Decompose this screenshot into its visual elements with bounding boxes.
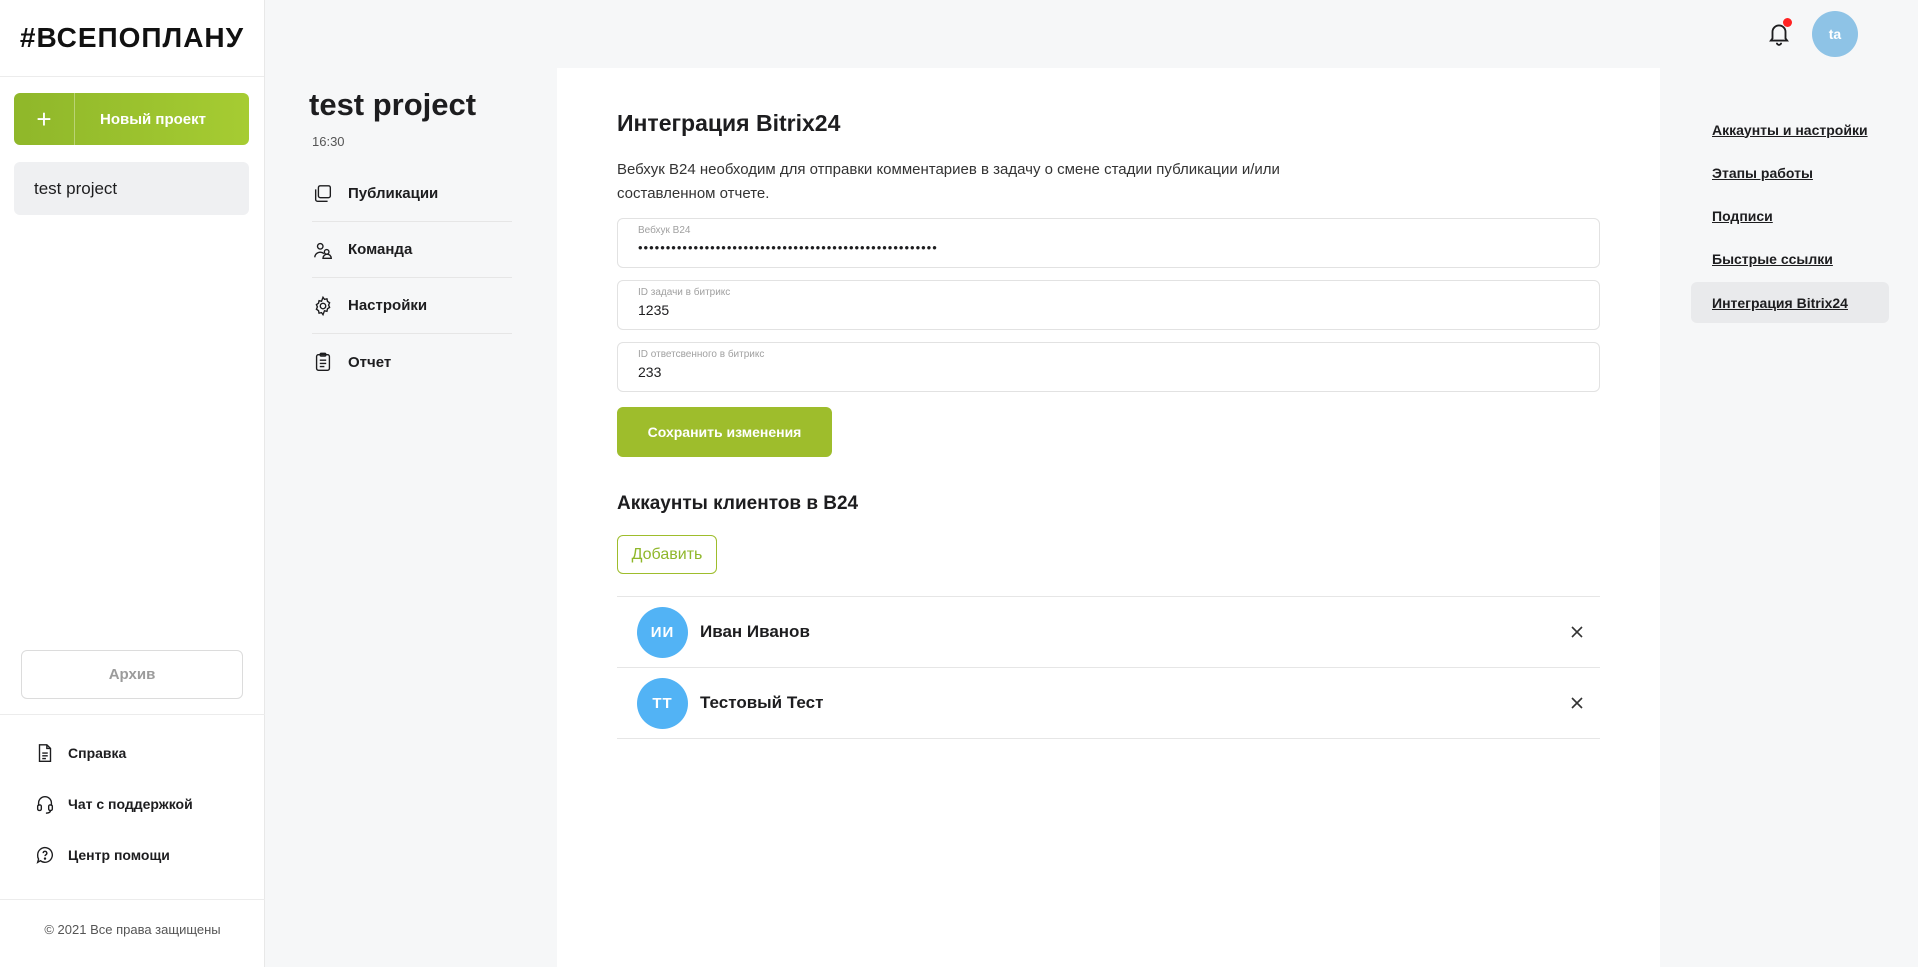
right-nav-quick-links[interactable]: Быстрые ссылки <box>1691 238 1889 279</box>
right-nav-work-stages[interactable]: Этапы работы <box>1691 152 1889 193</box>
webhook-field[interactable]: Вебхук B24 •••••••••••••••••••••••••••••… <box>617 218 1600 268</box>
publications-icon <box>314 184 332 202</box>
project-nav-team[interactable]: Команда <box>312 222 512 278</box>
add-client-button[interactable]: Добавить <box>617 535 717 574</box>
project-time: 16:30 <box>312 134 345 149</box>
project-nav-publications[interactable]: Публикации <box>312 166 512 222</box>
client-name: Тестовый Тест <box>700 693 824 712</box>
field-value[interactable]: ••••••••••••••••••••••••••••••••••••••••… <box>638 240 1579 255</box>
user-avatar[interactable]: ta <box>1812 11 1858 57</box>
client-avatar: ИИ <box>637 606 688 658</box>
project-nav-label: Настройки <box>348 297 428 314</box>
help-link-reference[interactable]: Справка <box>34 742 126 764</box>
right-nav-signatures[interactable]: Подписи <box>1691 195 1889 236</box>
left-sidebar: #ВСЕПОПЛАНУ + Новый проект test project … <box>0 0 265 967</box>
right-nav-bitrix-integration[interactable]: Интеграция Bitrix24 <box>1691 282 1889 323</box>
headset-icon <box>36 795 54 814</box>
page-title: Интеграция Bitrix24 <box>617 110 841 136</box>
notification-dot <box>1783 18 1792 27</box>
clients-section-title: Аккаунты клиентов в B24 <box>617 493 859 514</box>
project-nav-label: Команда <box>348 241 413 258</box>
client-row: ТТ Тестовый Тест <box>617 668 1600 739</box>
sidebar-divider <box>0 899 265 900</box>
help-chat-icon <box>36 846 53 864</box>
client-avatar: ТТ <box>637 677 688 729</box>
field-label: ID ответсвенного в битрикс <box>638 349 765 360</box>
project-nav-label: Публикации <box>348 185 439 202</box>
clients-list: ИИ Иван Иванов ТТ Тестовый Тест <box>617 596 1600 739</box>
clipboard-icon <box>315 352 331 371</box>
help-link-label: Чат с поддержкой <box>68 796 193 812</box>
gear-icon <box>315 295 331 316</box>
copyright-text: © 2021 Все права защищены <box>44 922 221 937</box>
client-row: ИИ Иван Иванов <box>617 597 1600 668</box>
sidebar-project-item[interactable]: test project <box>14 162 249 215</box>
responsible-id-field[interactable]: ID ответсвенного в битрикс 233 <box>617 342 1600 392</box>
new-project-label: Новый проект <box>100 110 206 128</box>
project-nav: Публикации Команда Настройки Отчет <box>312 166 512 390</box>
brand-logo[interactable]: #ВСЕПОПЛАНУ <box>0 0 264 77</box>
archive-button[interactable]: Архив <box>21 650 243 699</box>
field-value[interactable]: 1235 <box>638 302 1579 318</box>
help-link-help-center[interactable]: Центр помощи <box>34 844 170 866</box>
right-nav-accounts-settings[interactable]: Аккаунты и настройки <box>1691 109 1889 150</box>
plus-icon: + <box>14 93 75 145</box>
task-id-field[interactable]: ID задачи в битрикс 1235 <box>617 280 1600 330</box>
field-label: ID задачи в битрикс <box>638 287 731 298</box>
document-icon <box>38 744 52 762</box>
close-icon[interactable] <box>1568 623 1586 641</box>
client-name: Иван Иванов <box>700 622 810 641</box>
close-icon[interactable] <box>1568 694 1586 712</box>
help-link-label: Центр помощи <box>68 847 170 863</box>
help-link-support-chat[interactable]: Чат с поддержкой <box>34 793 193 815</box>
new-project-button[interactable]: + Новый проект <box>14 93 249 145</box>
project-title: test project <box>309 87 477 122</box>
project-nav-settings[interactable]: Настройки <box>312 278 512 334</box>
help-link-label: Справка <box>68 745 127 761</box>
sidebar-divider <box>0 714 265 715</box>
field-value[interactable]: 233 <box>638 364 1579 380</box>
project-nav-report[interactable]: Отчет <box>312 334 512 390</box>
field-label: Вебхук B24 <box>638 225 691 236</box>
page-description: Вебхук B24 необходим для отправки коммен… <box>617 161 1280 202</box>
team-icon <box>314 242 332 259</box>
project-nav-label: Отчет <box>348 353 392 371</box>
save-changes-button[interactable]: Сохранить изменения <box>617 407 832 457</box>
